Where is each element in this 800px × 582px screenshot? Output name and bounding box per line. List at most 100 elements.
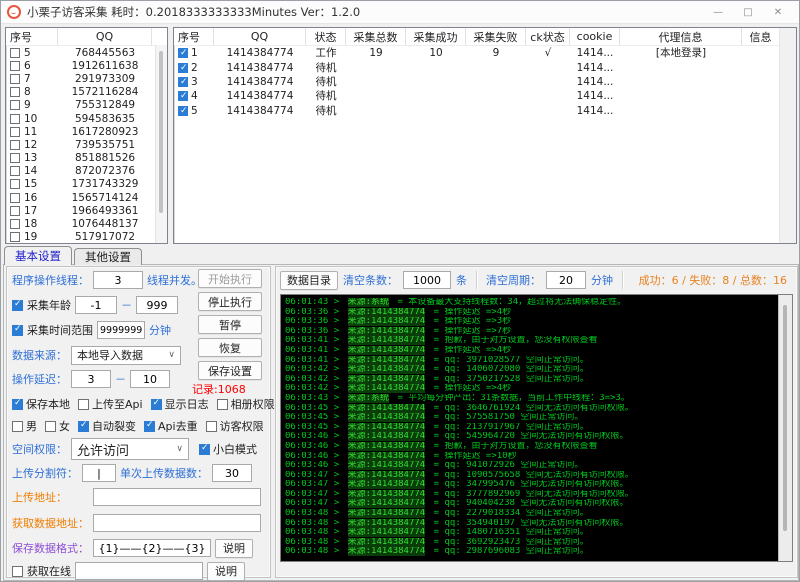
qq-list-row[interactable]: 12 739535751 [6,138,167,151]
row-checkbox[interactable] [10,153,20,163]
thread-count-input[interactable] [93,271,143,289]
novice-mode-checkbox[interactable] [199,444,210,455]
upload-address-input[interactable] [93,488,261,506]
delay-max-input[interactable] [130,370,170,388]
row-checkbox[interactable] [10,193,20,203]
exec-button[interactable]: 恢复 [198,338,262,357]
worker-row[interactable]: 1 1414384774 工作 19 10 9 √ 1414... [本地登录] [174,46,796,60]
row-checkbox[interactable] [10,48,20,58]
qq-list-row[interactable]: 7 291973309 [6,72,167,85]
batch-size-input[interactable] [212,464,252,482]
fetch-online-input[interactable] [75,562,203,580]
novice-mode-option[interactable]: 小白模式 [199,441,257,457]
row-checkbox[interactable] [10,166,20,176]
column-header[interactable]: 采集总数 [346,28,406,45]
option-checkbox[interactable] [78,421,89,432]
option-checkbox[interactable] [12,399,23,410]
qq-list-row[interactable]: 16 1565714124 [6,191,167,204]
row-checkbox[interactable] [10,206,20,216]
column-header[interactable]: 代理信息 [620,28,742,45]
row-checkbox[interactable] [10,74,20,84]
age-max-input[interactable] [136,296,178,314]
row-checkbox[interactable] [10,232,20,242]
age-checkbox[interactable] [12,300,23,311]
clear-count-input[interactable] [403,271,451,289]
worker-checkbox[interactable] [178,63,188,73]
qq-list-row[interactable]: 19 517917072 [6,231,167,244]
column-header-index[interactable]: 序号 [6,28,58,45]
delay-min-input[interactable] [71,370,111,388]
time-range-input[interactable] [97,321,145,339]
upload-separator-input[interactable] [82,464,116,482]
worker-checkbox[interactable] [178,77,188,87]
row-checkbox[interactable] [10,219,20,229]
option[interactable]: 显示日志 [151,396,209,412]
data-source-select[interactable]: 本地导入数据 ∨ [71,346,181,365]
worker-checkbox[interactable] [178,91,188,101]
worker-table-scrollbar[interactable] [779,28,796,243]
worker-row[interactable]: 3 1414384774 待机 1414... [174,75,796,89]
scrollbar-thumb[interactable] [159,51,163,213]
console-scrollbar-thumb[interactable] [783,305,787,531]
qq-list-row[interactable]: 17 1966493361 [6,204,167,217]
row-checkbox[interactable] [10,179,20,189]
column-header[interactable]: cookie [570,28,620,45]
qq-list-row[interactable]: 5 768445563 [6,46,167,59]
qq-list-scrollbar[interactable] [155,45,167,243]
worker-row[interactable]: 4 1414384774 待机 1414... [174,89,796,103]
worker-checkbox[interactable] [178,48,188,58]
column-header[interactable]: 序号 [174,28,214,45]
exec-button[interactable]: 开始执行 [198,269,262,288]
column-header[interactable]: 信息 [742,28,780,45]
option[interactable]: 访客权限 [206,418,264,434]
column-header[interactable]: 采集成功 [406,28,466,45]
qq-list-row[interactable]: 6 1912611638 [6,59,167,72]
column-header[interactable]: 采集失败 [466,28,526,45]
row-checkbox[interactable] [10,100,20,110]
qq-list-row[interactable]: 8 1572116284 [6,86,167,99]
option-checkbox[interactable] [45,421,56,432]
fetch-online-checkbox[interactable] [12,566,23,577]
column-header[interactable]: QQ [214,28,306,45]
close-icon[interactable]: ✕ [763,2,793,22]
log-console[interactable]: 06:01:43 > 来源:系统 = 本设备最大支持线程数：34，超过将无法确保… [280,294,793,562]
option-checkbox[interactable] [144,421,155,432]
option-checkbox[interactable] [12,421,23,432]
option[interactable]: 自动裂变 [78,418,136,434]
option[interactable]: 男 [12,418,37,434]
qq-list-row[interactable]: 13 851881526 [6,152,167,165]
space-permission-select[interactable]: 允许访问 ∨ [71,438,189,460]
row-checkbox[interactable] [10,87,20,97]
column-header-qq[interactable]: QQ [58,28,152,45]
option[interactable]: 上传至Api [78,396,143,412]
worker-checkbox[interactable] [178,106,188,116]
row-checkbox[interactable] [10,114,20,124]
minimize-icon[interactable]: — [703,2,733,22]
exec-button[interactable]: 停止执行 [198,292,262,311]
option-checkbox[interactable] [151,399,162,410]
worker-row[interactable]: 5 1414384774 待机 1414... [174,104,796,118]
option-checkbox[interactable] [78,399,89,410]
qq-list-row[interactable]: 14 872072376 [6,165,167,178]
qq-list-row[interactable]: 18 1076448137 [6,217,167,230]
age-min-input[interactable] [75,296,117,314]
save-format-help-button[interactable]: 说明 [215,539,253,558]
qq-list-row[interactable]: 15 1731743329 [6,178,167,191]
tab-basic-settings[interactable]: 基本设置 [4,246,72,265]
tab-other-settings[interactable]: 其他设置 [74,248,142,265]
option[interactable]: Api去重 [144,418,198,434]
option[interactable]: 相册权限 [217,396,275,412]
qq-list-row[interactable]: 10 594583635 [6,112,167,125]
row-checkbox[interactable] [10,61,20,71]
option-checkbox[interactable] [206,421,217,432]
qq-list-row[interactable]: 9 755312849 [6,99,167,112]
clear-cycle-input[interactable] [546,271,586,289]
fetch-online-help-button[interactable]: 说明 [207,562,245,581]
option[interactable]: 保存本地 [12,396,70,412]
fetch-address-input[interactable] [93,514,261,532]
option[interactable]: 女 [45,418,70,434]
time-range-checkbox[interactable] [12,325,23,336]
column-header[interactable]: ck状态 [526,28,570,45]
option-checkbox[interactable] [217,399,228,410]
save-format-input[interactable] [93,539,211,557]
